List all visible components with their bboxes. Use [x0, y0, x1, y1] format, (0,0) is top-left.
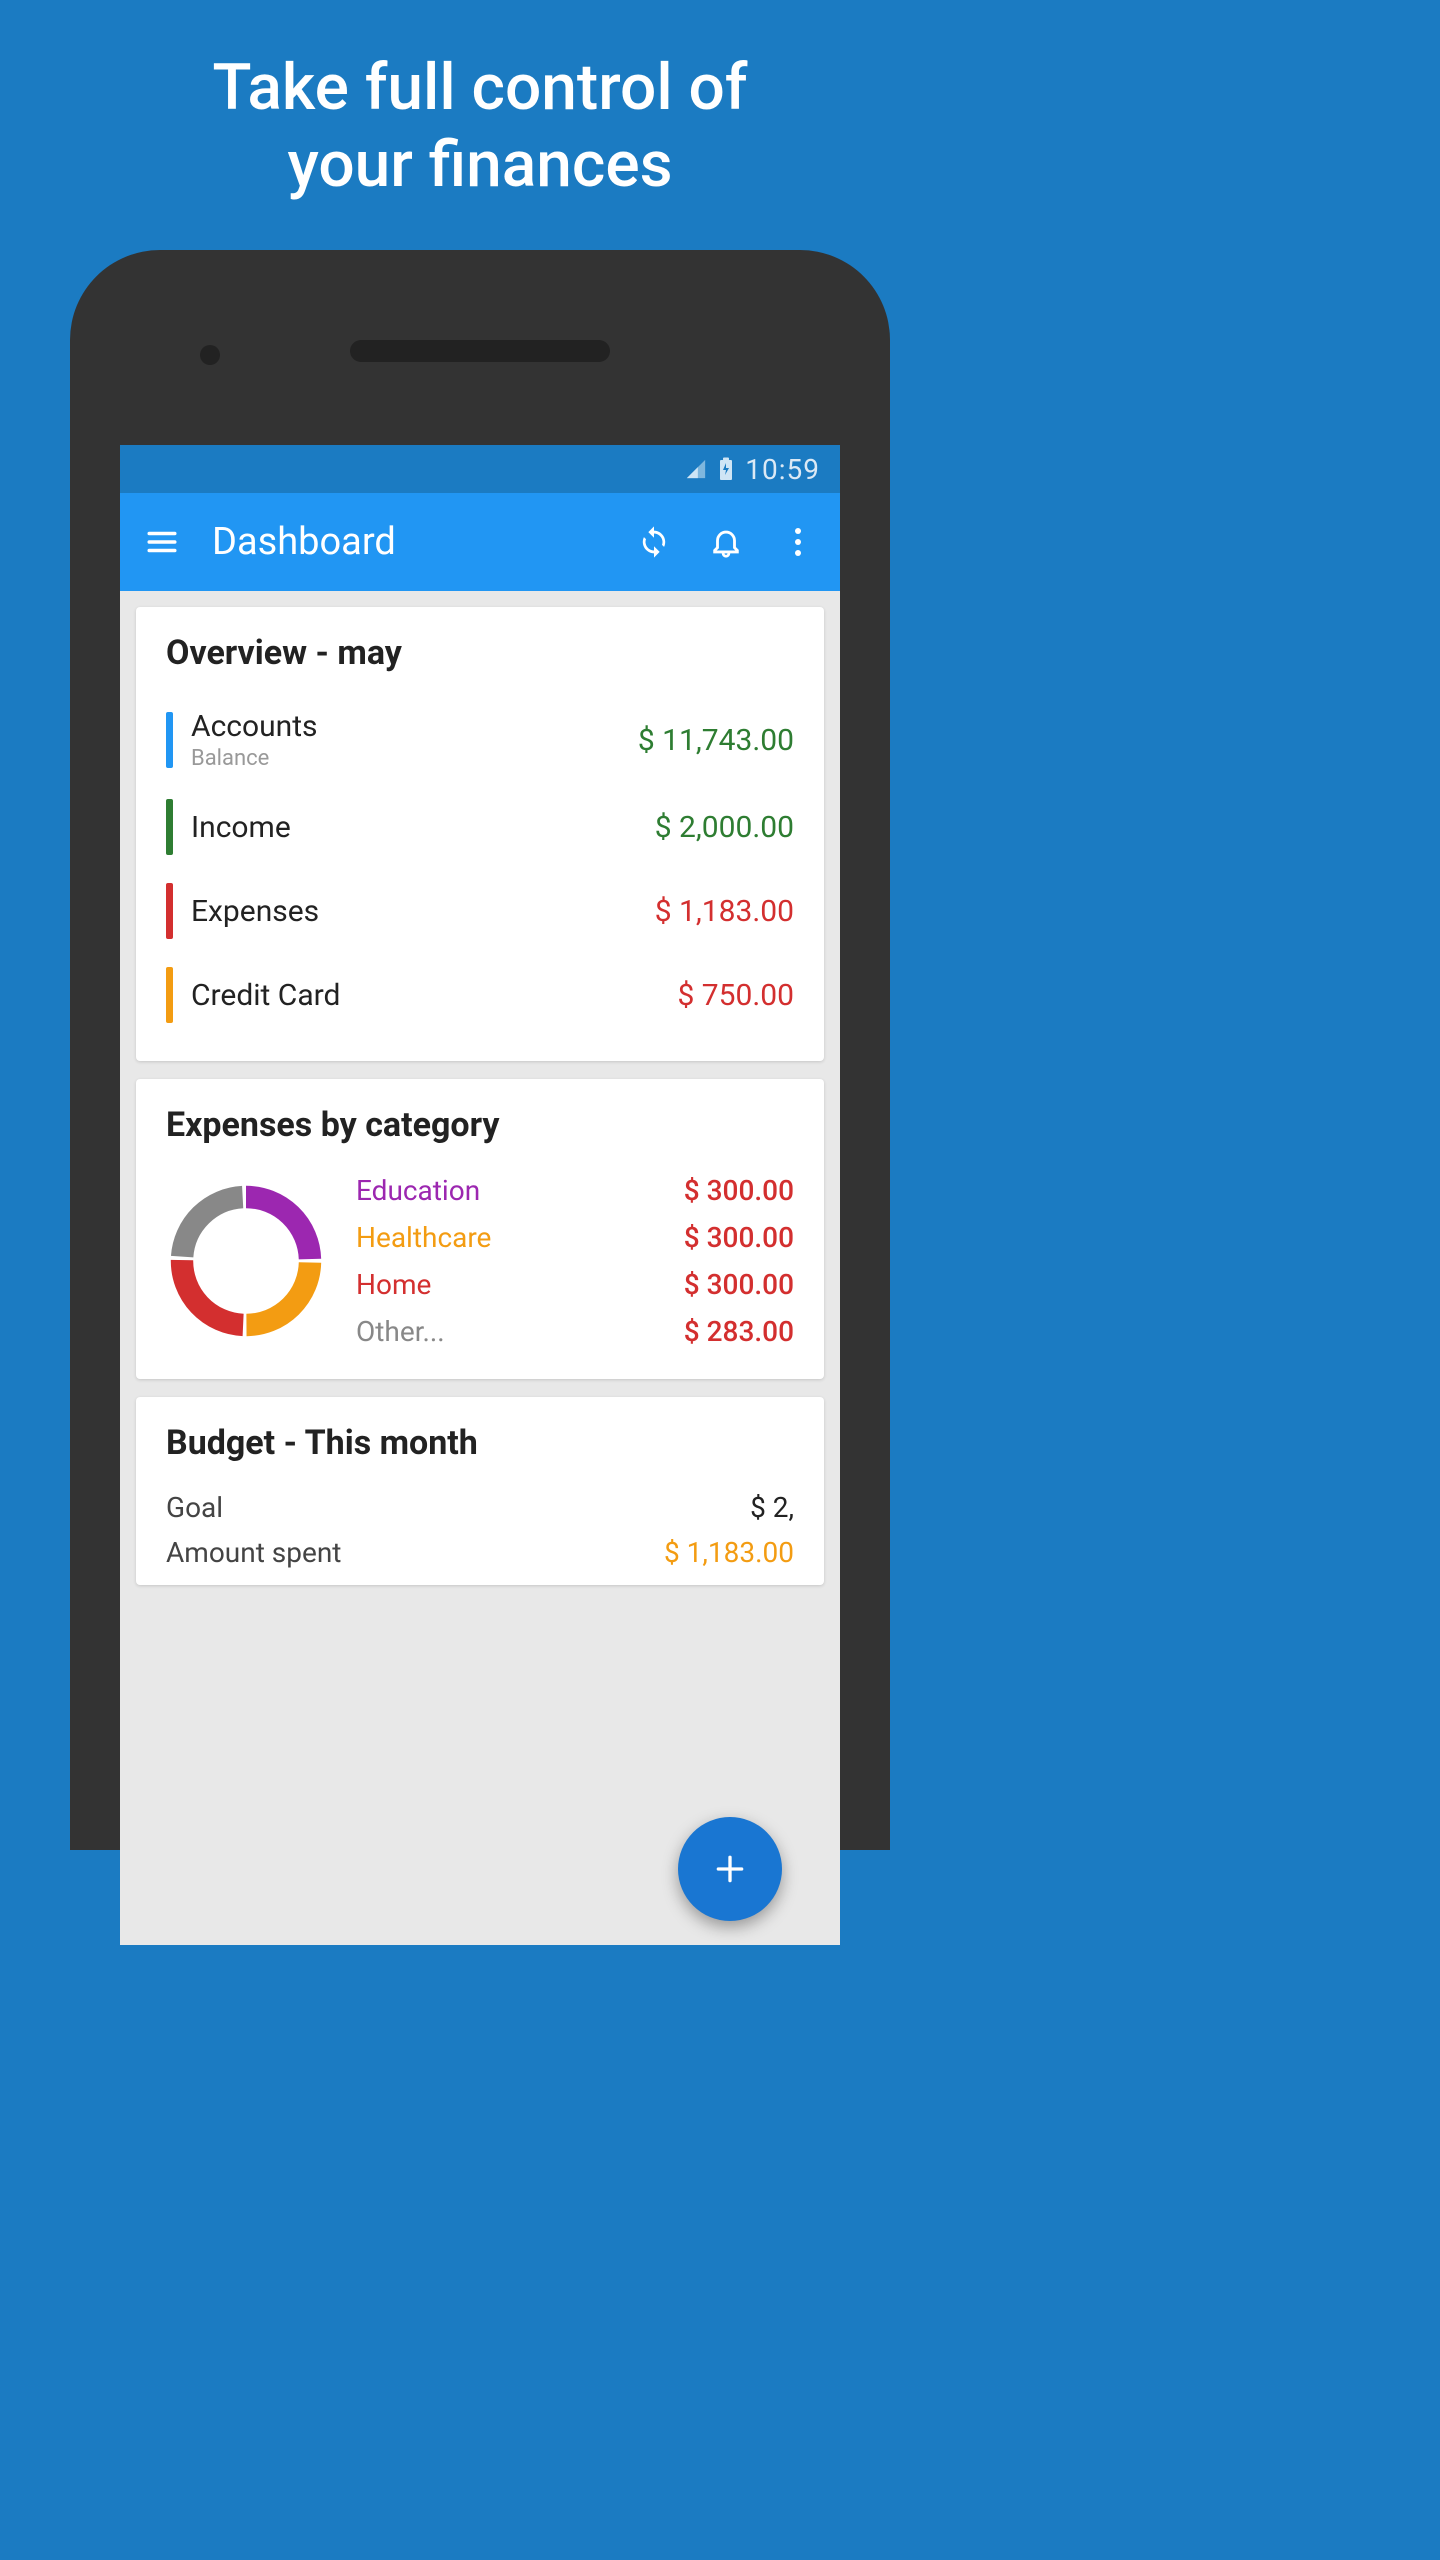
sync-icon[interactable] [632, 520, 676, 564]
overview-color-bar [166, 799, 173, 855]
overview-title: Overview - may [166, 633, 794, 673]
overview-color-bar [166, 883, 173, 939]
expense-amount: $ 283.00 [684, 1315, 794, 1348]
statusbar-time: 10:59 [745, 453, 820, 486]
budget-label: Amount spent [166, 1536, 341, 1569]
phone-camera [200, 345, 220, 365]
overview-row[interactable]: Expenses$ 1,183.00 [166, 869, 794, 953]
overview-card[interactable]: Overview - may AccountsBalance$ 11,743.0… [136, 607, 824, 1061]
expenses-title: Expenses by category [166, 1105, 794, 1145]
budget-row: Goal $ 2, [166, 1485, 794, 1530]
expense-row[interactable]: Healthcare $ 300.00 [356, 1214, 794, 1261]
expense-amount: $ 300.00 [684, 1221, 794, 1254]
phone-screen: 10:59 Dashboard Overview - may AccountsB… [120, 445, 840, 1945]
overview-row[interactable]: Credit Card$ 750.00 [166, 953, 794, 1037]
budget-amount: $ 2, [750, 1491, 794, 1524]
signal-icon [685, 458, 707, 480]
overview-row[interactable]: Income$ 2,000.00 [166, 785, 794, 869]
budget-amount: $ 1,183.00 [664, 1536, 794, 1569]
budget-row: Amount spent $ 1,183.00 [166, 1530, 794, 1575]
overview-label: Expenses [191, 894, 655, 929]
donut-slice [182, 1260, 243, 1325]
statusbar: 10:59 [120, 445, 840, 493]
appbar: Dashboard [120, 493, 840, 591]
more-icon[interactable] [776, 520, 820, 564]
expenses-donut-chart [166, 1181, 326, 1341]
donut-slice [182, 1197, 243, 1257]
expense-row[interactable]: Other... $ 283.00 [356, 1308, 794, 1355]
expense-row[interactable]: Education $ 300.00 [356, 1167, 794, 1214]
expense-amount: $ 300.00 [684, 1174, 794, 1207]
bell-icon[interactable] [704, 520, 748, 564]
overview-label: Income [191, 810, 655, 845]
overview-label: Accounts [191, 709, 638, 744]
overview-color-bar [166, 967, 173, 1023]
page-title: Dashboard [212, 520, 604, 564]
hero-text: Take full control of your finances [0, 0, 960, 204]
overview-amount: $ 1,183.00 [655, 894, 794, 929]
expenses-card[interactable]: Expenses by category Education$ 300.00He… [136, 1079, 824, 1379]
overview-amount: $ 11,743.00 [638, 723, 794, 758]
expense-label: Healthcare [356, 1221, 491, 1254]
hero-line-1: Take full control of [0, 50, 960, 127]
overview-row[interactable]: AccountsBalance$ 11,743.00 [166, 695, 794, 785]
budget-card[interactable]: Budget - This month Goal $ 2, Amount spent… [136, 1397, 824, 1585]
overview-label: Credit Card [191, 978, 677, 1013]
overview-amount: $ 750.00 [677, 978, 794, 1013]
overview-amount: $ 2,000.00 [655, 810, 794, 845]
menu-icon[interactable] [140, 520, 184, 564]
expense-label: Other... [356, 1315, 445, 1348]
expense-amount: $ 300.00 [684, 1268, 794, 1301]
expense-label: Education [356, 1174, 480, 1207]
hero-line-2: your finances [0, 127, 960, 204]
phone-frame: 10:59 Dashboard Overview - may AccountsB… [70, 250, 890, 1850]
overview-sublabel: Balance [191, 746, 638, 771]
donut-slice [246, 1262, 310, 1325]
budget-label: Goal [166, 1491, 223, 1524]
expense-row[interactable]: Home $ 300.00 [356, 1261, 794, 1308]
donut-slice [246, 1197, 310, 1259]
battery-charging-icon [719, 457, 733, 481]
add-fab-button[interactable] [678, 1817, 782, 1921]
overview-color-bar [166, 712, 173, 768]
phone-speaker [350, 340, 610, 362]
budget-title: Budget - This month [166, 1423, 794, 1463]
expense-label: Home [356, 1268, 431, 1301]
